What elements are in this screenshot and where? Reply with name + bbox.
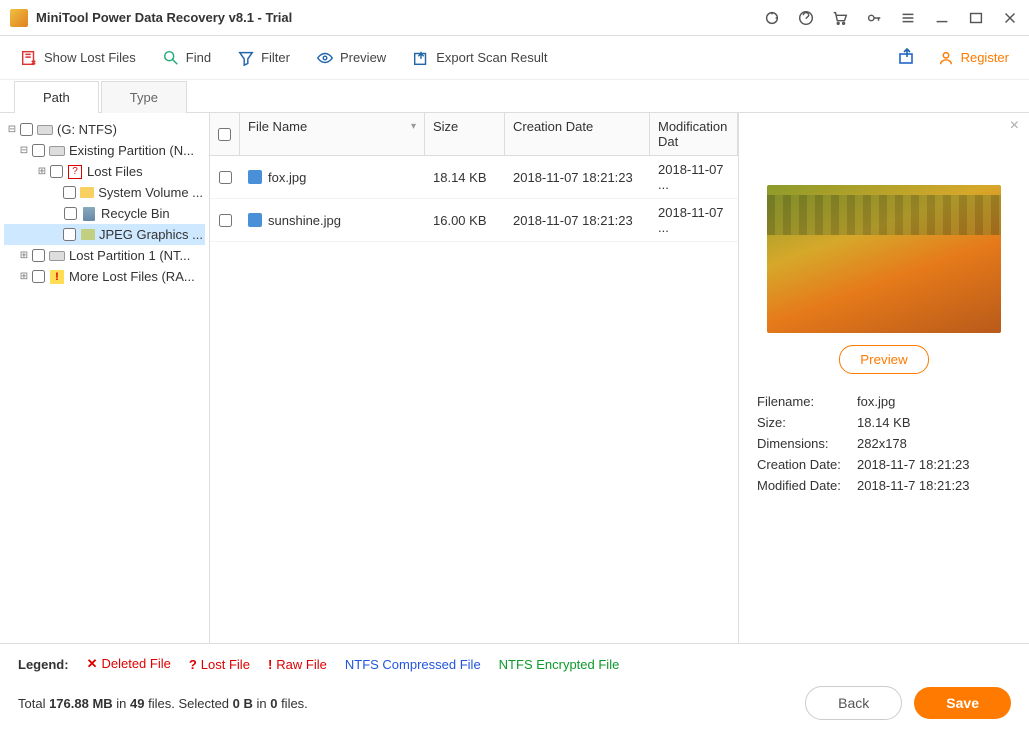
tree-existing-partition[interactable]: ⊟ Existing Partition (N...	[4, 140, 205, 161]
legend-label: Legend:	[18, 657, 69, 672]
preview-button[interactable]: Preview	[316, 49, 386, 67]
maximize-icon[interactable]	[967, 9, 985, 27]
sort-desc-icon: ▾	[411, 121, 416, 132]
drive-icon	[49, 146, 65, 156]
folder-icon	[81, 229, 95, 240]
image-file-icon	[248, 170, 262, 184]
file-list-header: File Name▾ Size Creation Date Modificati…	[210, 113, 738, 156]
footer-stats: Total 176.88 MB in 49 files. Selected 0 …	[18, 696, 793, 711]
tree-checkbox[interactable]	[32, 249, 45, 262]
legend-compressed: NTFS Compressed File	[345, 657, 481, 672]
app-icon	[10, 9, 28, 27]
tree-checkbox[interactable]	[64, 207, 77, 220]
col-creation-date[interactable]: Creation Date	[505, 113, 650, 155]
tree-lost-files[interactable]: ⊞ ? Lost Files	[4, 161, 205, 182]
image-file-icon	[248, 213, 262, 227]
drive-icon	[49, 251, 65, 261]
tab-type[interactable]: Type	[101, 81, 187, 113]
recycle-bin-icon	[83, 207, 95, 221]
legend-deleted: ✕Deleted File	[87, 656, 171, 672]
exclamation-icon: !	[50, 270, 64, 284]
filter-label: Filter	[261, 50, 290, 65]
preview-open-button[interactable]: Preview	[839, 345, 928, 374]
legend-encrypted: NTFS Encrypted File	[499, 657, 620, 672]
support-icon[interactable]	[797, 9, 815, 27]
preview-pane: × Preview Filename:fox.jpg Size:18.14 KB…	[739, 113, 1029, 643]
file-list: File Name▾ Size Creation Date Modificati…	[210, 113, 739, 643]
file-checkbox[interactable]	[219, 171, 232, 184]
share-icon[interactable]	[897, 46, 917, 69]
folder-tree: ⊟ (G: NTFS) ⊟ Existing Partition (N... ⊞…	[0, 113, 210, 643]
footer: Total 176.88 MB in 49 files. Selected 0 …	[0, 676, 1029, 730]
drive-icon	[37, 125, 53, 135]
select-all-checkbox[interactable]	[218, 128, 231, 141]
file-row[interactable]: sunshine.jpg 16.00 KB 2018-11-07 18:21:2…	[210, 199, 738, 242]
folder-icon	[80, 187, 94, 198]
tree-root[interactable]: ⊟ (G: NTFS)	[4, 119, 205, 140]
col-filename[interactable]: File Name▾	[240, 113, 425, 155]
tree-checkbox[interactable]	[32, 270, 45, 283]
close-icon[interactable]	[1001, 9, 1019, 27]
expand-icon[interactable]: ⊞	[18, 271, 30, 282]
save-button[interactable]: Save	[914, 687, 1011, 719]
legend: Legend: ✕Deleted File ?Lost File !Raw Fi…	[0, 643, 1029, 676]
show-lost-files-button[interactable]: Show Lost Files	[20, 49, 136, 67]
show-lost-label: Show Lost Files	[44, 50, 136, 65]
expand-icon[interactable]: ⊞	[36, 166, 48, 177]
file-checkbox[interactable]	[219, 214, 232, 227]
title-bar: MiniTool Power Data Recovery v8.1 - Tria…	[0, 0, 1029, 36]
window-controls	[763, 9, 1019, 27]
cart-icon[interactable]	[831, 9, 849, 27]
find-label: Find	[186, 50, 211, 65]
question-icon: ?	[68, 165, 82, 179]
tab-path[interactable]: Path	[14, 81, 99, 113]
tree-lost-partition[interactable]: ⊞ Lost Partition 1 (NT...	[4, 245, 205, 266]
file-metadata: Filename:fox.jpg Size:18.14 KB Dimension…	[757, 394, 1011, 493]
register-label: Register	[961, 50, 1009, 65]
back-button[interactable]: Back	[805, 686, 902, 720]
tree-checkbox[interactable]	[63, 186, 76, 199]
preview-label: Preview	[340, 50, 386, 65]
tree-sysvol[interactable]: System Volume ...	[4, 182, 205, 203]
refresh-icon[interactable]	[763, 9, 781, 27]
export-label: Export Scan Result	[436, 50, 547, 65]
toolbar: Show Lost Files Find Filter Preview Expo…	[0, 36, 1029, 80]
collapse-icon[interactable]: ⊟	[18, 145, 30, 156]
view-tabs: Path Type	[0, 80, 1029, 113]
key-icon[interactable]	[865, 9, 883, 27]
preview-image	[767, 185, 1001, 333]
file-row[interactable]: fox.jpg 18.14 KB 2018-11-07 18:21:23 201…	[210, 156, 738, 199]
close-preview-icon[interactable]: ×	[1010, 117, 1019, 135]
export-button[interactable]: Export Scan Result	[412, 49, 547, 67]
find-button[interactable]: Find	[162, 49, 211, 67]
legend-raw: !Raw File	[268, 657, 327, 672]
tree-more-lost[interactable]: ⊞ ! More Lost Files (RA...	[4, 266, 205, 287]
expand-icon[interactable]: ⊞	[18, 250, 30, 261]
minimize-icon[interactable]	[933, 9, 951, 27]
col-modification-date[interactable]: Modification Dat	[650, 113, 738, 155]
tree-checkbox[interactable]	[20, 123, 33, 136]
tree-jpeg[interactable]: JPEG Graphics ...	[4, 224, 205, 245]
collapse-icon[interactable]: ⊟	[6, 124, 18, 135]
tree-checkbox[interactable]	[32, 144, 45, 157]
menu-icon[interactable]	[899, 9, 917, 27]
register-button[interactable]: Register	[937, 49, 1009, 67]
legend-lost: ?Lost File	[189, 657, 250, 672]
filter-button[interactable]: Filter	[237, 49, 290, 67]
window-title: MiniTool Power Data Recovery v8.1 - Tria…	[36, 10, 763, 25]
tree-recycle[interactable]: Recycle Bin	[4, 203, 205, 224]
tree-checkbox[interactable]	[50, 165, 63, 178]
col-size[interactable]: Size	[425, 113, 505, 155]
tree-checkbox[interactable]	[63, 228, 76, 241]
